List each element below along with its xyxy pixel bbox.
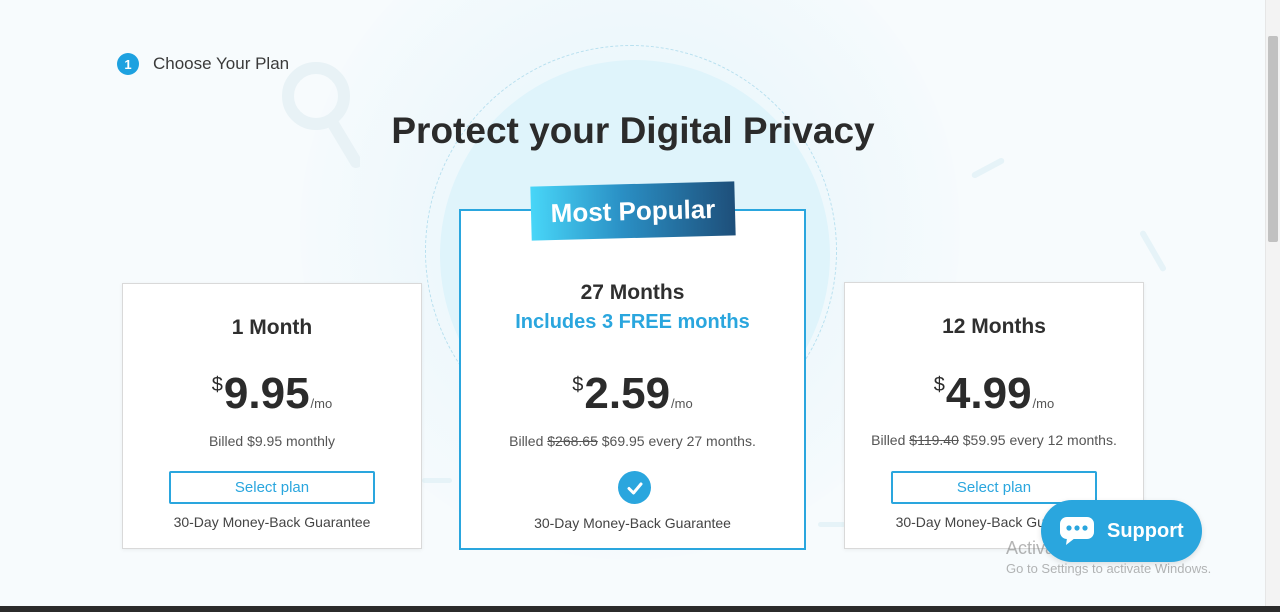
chat-bubble-icon <box>1059 516 1095 546</box>
selected-check-icon <box>618 471 651 504</box>
billing-info: Billed $119.40 $59.95 every 12 months. <box>845 432 1143 448</box>
page-scrollbar[interactable] <box>1265 0 1280 612</box>
support-chat-button[interactable]: Support <box>1041 500 1202 562</box>
billing-prefix: Billed <box>509 433 544 449</box>
plan-price: $ 4.99 /mo <box>845 372 1143 416</box>
price-period: /mo <box>310 396 333 411</box>
page-headline: Protect your Digital Privacy <box>391 110 875 151</box>
bottom-edge <box>0 606 1280 612</box>
select-plan-button[interactable]: Select plan <box>891 471 1097 504</box>
price-currency: $ <box>211 374 223 396</box>
pricing-page: 1 Choose Your Plan Protect your Digital … <box>0 0 1280 612</box>
activate-windows-subtitle: Go to Settings to activate Windows. <box>1006 561 1212 576</box>
background-dash <box>1138 229 1168 273</box>
billing-original-price: $119.40 <box>909 432 959 448</box>
background-dash <box>422 478 452 483</box>
plan-price: $ 2.59 /mo <box>461 372 804 416</box>
plan-subtitle: Includes 3 FREE months <box>515 311 750 333</box>
price-amount: 2.59 <box>584 369 671 418</box>
billing-text: Billed $9.95 monthly <box>208 433 336 449</box>
support-label: Support <box>1107 519 1184 542</box>
plan-price: $ 9.95 /mo <box>123 372 421 416</box>
billing-info: Billed $9.95 monthly <box>123 433 421 449</box>
billing-info: Billed $268.65 $69.95 every 27 months. <box>461 433 804 449</box>
money-back-guarantee: 30-Day Money-Back Guarantee <box>534 515 731 531</box>
plan-title: 1 Month <box>231 316 313 339</box>
most-popular-badge: Most Popular <box>530 181 736 241</box>
plan-card-27-months[interactable]: 27 Months Includes 3 FREE months $ 2.59 … <box>459 209 806 550</box>
step-indicator: 1 Choose Your Plan <box>117 53 289 75</box>
price-currency: $ <box>933 374 945 396</box>
price-amount: 9.95 <box>223 369 310 418</box>
price-period: /mo <box>1032 396 1055 411</box>
money-back-guarantee: 30-Day Money-Back Guarantee <box>173 514 371 530</box>
step-label: Choose Your Plan <box>153 54 290 73</box>
billing-suffix: $59.95 every 12 months. <box>962 432 1117 448</box>
plan-title: 27 Months <box>580 281 685 304</box>
plan-title: 12 Months <box>942 315 1046 338</box>
select-plan-button[interactable]: Select plan <box>169 471 375 504</box>
background-dash <box>818 522 846 527</box>
billing-prefix: Billed <box>871 432 906 448</box>
plan-card-1-month: 1 Month $ 9.95 /mo Billed $9.95 monthly … <box>122 283 422 549</box>
background-dash <box>970 156 1006 180</box>
scrollbar-thumb[interactable] <box>1268 36 1278 242</box>
price-currency: $ <box>572 374 584 396</box>
step-number: 1 <box>117 53 139 75</box>
price-amount: 4.99 <box>945 369 1032 418</box>
billing-original-price: $268.65 <box>547 433 598 449</box>
billing-suffix: $69.95 every 27 months. <box>601 433 756 449</box>
price-period: /mo <box>671 396 693 411</box>
